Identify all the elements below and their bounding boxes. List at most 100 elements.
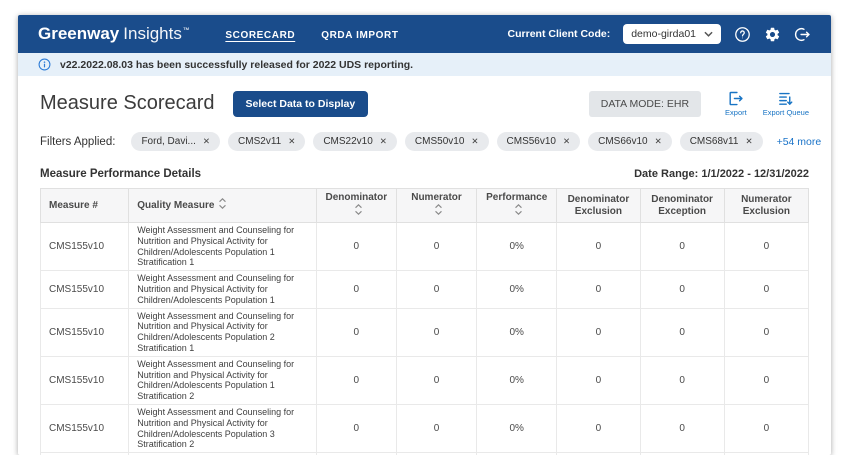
cell-numerator: 0 <box>396 223 476 271</box>
cell-numerator-exclusion: 0 <box>724 356 808 404</box>
cell-denominator-exclusion: 0 <box>557 271 640 308</box>
table-row: CMS155v10 Weight Assessment and Counseli… <box>41 308 809 356</box>
chevron-down-icon <box>704 31 713 37</box>
chip-remove-icon[interactable]: ✕ <box>380 137 387 146</box>
chip-remove-icon[interactable]: ✕ <box>745 137 752 146</box>
export-icon <box>727 90 744 107</box>
cell-performance: 0% <box>477 223 557 271</box>
table-row: CMS155v10 Weight Assessment and Counseli… <box>41 356 809 404</box>
sort-icon <box>514 204 523 219</box>
cell-performance: 0% <box>477 271 557 308</box>
cell-denominator-exclusion: 0 <box>557 356 640 404</box>
trademark-symbol: ™ <box>183 27 190 34</box>
measure-performance-table: Measure # Quality Measure Denominator Nu… <box>40 188 809 455</box>
filter-chip-label: CMS68v11 <box>690 136 739 147</box>
table-row: CMS155v10 Weight Assessment and Counseli… <box>41 223 809 271</box>
filter-chip-label: CMS66v10 <box>598 136 647 147</box>
chip-remove-icon[interactable]: ✕ <box>471 137 478 146</box>
export-button[interactable]: Export <box>725 90 747 117</box>
brand-name-light: Insights <box>123 24 182 43</box>
client-code-label: Current Client Code: <box>508 28 611 40</box>
settings-gear-icon[interactable] <box>764 26 781 43</box>
filter-chip[interactable]: CMS56v10 ✕ <box>497 132 581 151</box>
release-banner: v22.2022.08.03 has been successfully rel… <box>18 53 831 76</box>
col-header-quality-measure[interactable]: Quality Measure <box>129 189 316 223</box>
toolbar-right-group: DATA MODE: EHR Export <box>589 90 809 117</box>
page-toolbar: Measure Scorecard Select Data to Display… <box>18 76 831 126</box>
filter-chip-label: CMS2v11 <box>238 136 281 147</box>
logout-icon[interactable] <box>794 26 811 43</box>
filters-applied-label: Filters Applied: <box>40 136 115 148</box>
cell-performance: 0% <box>477 308 557 356</box>
cell-denominator-exception: 0 <box>640 223 724 271</box>
cell-numerator: 0 <box>396 308 476 356</box>
cell-measure-number: CMS155v10 <box>41 356 129 404</box>
cell-measure-number: CMS155v10 <box>41 271 129 308</box>
client-code-value: demo-girda01 <box>631 28 696 40</box>
cell-denominator: 0 <box>316 356 396 404</box>
col-header-performance[interactable]: Performance <box>477 189 557 223</box>
cell-denominator-exception: 0 <box>640 308 724 356</box>
main-nav: SCORECARD QRDA IMPORT <box>225 30 398 41</box>
section-heading-row: Measure Performance Details Date Range: … <box>18 155 831 188</box>
sort-icon <box>354 204 363 219</box>
cell-measure-number: CMS155v10 <box>41 404 129 452</box>
sort-icon <box>434 204 443 219</box>
filter-chip[interactable]: CMS68v11 ✕ <box>680 132 763 151</box>
filter-chip-label: CMS56v10 <box>507 136 556 147</box>
col-header-denominator[interactable]: Denominator <box>316 189 396 223</box>
section-title: Measure Performance Details <box>40 168 201 180</box>
filter-chip[interactable]: CMS50v10 ✕ <box>405 132 489 151</box>
sort-icon <box>218 198 227 213</box>
nav-tab-qrda-import[interactable]: QRDA IMPORT <box>321 30 398 41</box>
measure-table-container: Measure # Quality Measure Denominator Nu… <box>18 188 831 455</box>
col-header-denominator-exclusion: Denominator Exclusion <box>557 189 640 223</box>
cell-denominator-exclusion: 0 <box>557 404 640 452</box>
cell-quality-measure: Weight Assessment and Counseling for Nut… <box>129 223 316 271</box>
select-data-button[interactable]: Select Data to Display <box>233 91 369 117</box>
header-right-group: Current Client Code: demo-girda01 <box>508 24 811 44</box>
export-queue-label: Export Queue <box>763 108 809 117</box>
cell-numerator-exclusion: 0 <box>724 404 808 452</box>
chip-remove-icon[interactable]: ✕ <box>288 137 295 146</box>
brand-logo: GreenwayInsights™ <box>38 24 189 44</box>
release-banner-message: v22.2022.08.03 has been successfully rel… <box>60 59 413 71</box>
cell-quality-measure: Weight Assessment and Counseling for Nut… <box>129 271 316 308</box>
cell-quality-measure: Weight Assessment and Counseling for Nut… <box>129 356 316 404</box>
chip-remove-icon[interactable]: ✕ <box>203 137 210 146</box>
cell-denominator: 0 <box>316 308 396 356</box>
table-row: CMS155v10 Weight Assessment and Counseli… <box>41 271 809 308</box>
cell-denominator-exception: 0 <box>640 356 724 404</box>
col-header-numerator-exclusion: Numerator Exclusion <box>724 189 808 223</box>
cell-numerator: 0 <box>396 356 476 404</box>
nav-tab-scorecard[interactable]: SCORECARD <box>225 30 295 41</box>
table-header-row: Measure # Quality Measure Denominator Nu… <box>41 189 809 223</box>
cell-denominator-exclusion: 0 <box>557 308 640 356</box>
chip-remove-icon[interactable]: ✕ <box>563 137 570 146</box>
filter-chip[interactable]: CMS66v10 ✕ <box>588 132 672 151</box>
info-icon <box>38 58 51 71</box>
filter-chip-label: Ford, Davi... <box>141 136 195 147</box>
cell-denominator: 0 <box>316 223 396 271</box>
filter-chip[interactable]: Ford, Davi... ✕ <box>131 132 220 151</box>
filter-chip[interactable]: CMS2v11 ✕ <box>228 132 305 151</box>
filter-chip[interactable]: CMS22v10 ✕ <box>313 132 397 151</box>
col-header-measure-number: Measure # <box>41 189 129 223</box>
help-icon[interactable] <box>734 26 751 43</box>
cell-numerator: 0 <box>396 271 476 308</box>
cell-denominator: 0 <box>316 404 396 452</box>
client-code-dropdown[interactable]: demo-girda01 <box>623 24 721 44</box>
cell-performance: 0% <box>477 404 557 452</box>
date-range-label: Date Range: 1/1/2022 - 12/31/2022 <box>634 168 809 180</box>
more-filters-link[interactable]: +54 more <box>777 136 822 148</box>
cell-numerator-exclusion: 0 <box>724 223 808 271</box>
app-window: GreenwayInsights™ SCORECARD QRDA IMPORT … <box>18 15 831 455</box>
cell-performance: 0% <box>477 356 557 404</box>
cell-numerator: 0 <box>396 404 476 452</box>
col-header-numerator[interactable]: Numerator <box>396 189 476 223</box>
cell-measure-number: CMS155v10 <box>41 308 129 356</box>
measure-table-body: CMS155v10 Weight Assessment and Counseli… <box>41 223 809 455</box>
chip-remove-icon[interactable]: ✕ <box>655 137 662 146</box>
export-queue-button[interactable]: Export Queue <box>763 90 809 117</box>
cell-numerator-exclusion: 0 <box>724 308 808 356</box>
